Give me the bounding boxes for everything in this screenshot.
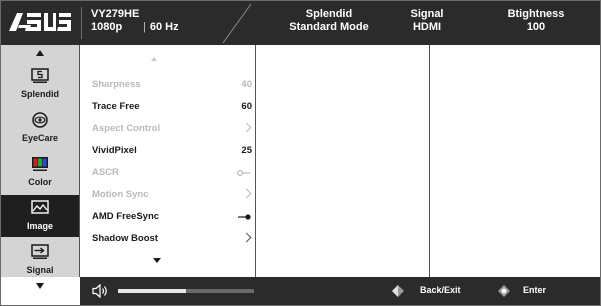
volume-slider[interactable] [118, 289, 254, 293]
color-bars-icon [32, 157, 48, 171]
osd-menu: VY279HE 1080p | 60 Hz Splendid Standard Mo… [0, 0, 601, 306]
chevron-right-icon [241, 188, 252, 199]
menu-item-trace-free[interactable]: Trace Free 60 [92, 101, 252, 115]
sidebar-item-label: Splendid [21, 89, 59, 99]
menu-item-amd-freesync[interactable]: AMD FreeSync [92, 211, 252, 225]
menu-item-aspect-control[interactable]: Aspect Control [92, 122, 252, 137]
sidebar-item-label: Color [28, 177, 52, 187]
sidebar-item-label: Image [26, 221, 53, 231]
sidebar-item-color[interactable]: Color [1, 151, 79, 193]
sidebar-item-label: Signal [26, 265, 54, 275]
signal-input-icon [31, 244, 49, 259]
splendid-status: Splendid Standard Mode [289, 8, 369, 33]
column-divider [429, 45, 430, 277]
sidebar: Splendid EyeCare Color Image Signal [1, 45, 79, 289]
volume-slider-fill [118, 289, 186, 293]
toggle-off-icon[interactable] [237, 170, 251, 176]
brightness-status: Btightness 100 [507, 8, 565, 33]
sidebar-item-eyecare[interactable]: EyeCare [1, 107, 79, 149]
trace-free-value: 60 [241, 101, 252, 112]
sidebar-item-image[interactable]: Image [1, 195, 79, 237]
back-exit-icon[interactable] [390, 283, 406, 299]
menu-item-ascr[interactable]: ASCR [92, 167, 252, 181]
splendid-icon [31, 68, 49, 83]
sidebar-item-splendid[interactable]: Splendid [1, 63, 79, 105]
enter-label: Enter [523, 285, 547, 295]
column-divider [255, 45, 256, 277]
scroll-down-icon[interactable] [36, 283, 44, 289]
volume-icon[interactable] [92, 283, 110, 299]
menu-item-shadow-boost[interactable]: Shadow Boost [92, 232, 252, 247]
header-bar: VY279HE 1080p | 60 Hz Splendid Standard Mo… [1, 1, 600, 45]
sharpness-value: 40 [241, 79, 252, 90]
scroll-up-icon[interactable] [36, 50, 44, 56]
list-scroll-down-icon[interactable] [153, 258, 161, 263]
vividpixel-value: 25 [241, 145, 252, 156]
sidebar-item-signal[interactable]: Signal [1, 239, 79, 281]
list-scroll-up-icon[interactable] [151, 57, 157, 61]
chevron-right-icon [241, 122, 252, 133]
signal-status: Signal HDMI [410, 8, 444, 33]
sidebar-item-label: EyeCare [21, 133, 59, 143]
chevron-right-icon [241, 232, 252, 243]
toggle-on-icon[interactable] [237, 214, 251, 220]
eye-icon [32, 112, 48, 128]
footer-bar: Back/Exit Enter [80, 277, 600, 305]
column-divider [79, 45, 80, 277]
menu-item-vividpixel[interactable]: VividPixel 25 [92, 145, 252, 159]
back-exit-label: Back/Exit [420, 285, 461, 295]
enter-icon[interactable] [496, 283, 512, 299]
image-icon [31, 200, 49, 214]
menu-item-motion-sync[interactable]: Motion Sync [92, 188, 252, 203]
menu-item-sharpness[interactable]: Sharpness 40 [92, 79, 252, 93]
